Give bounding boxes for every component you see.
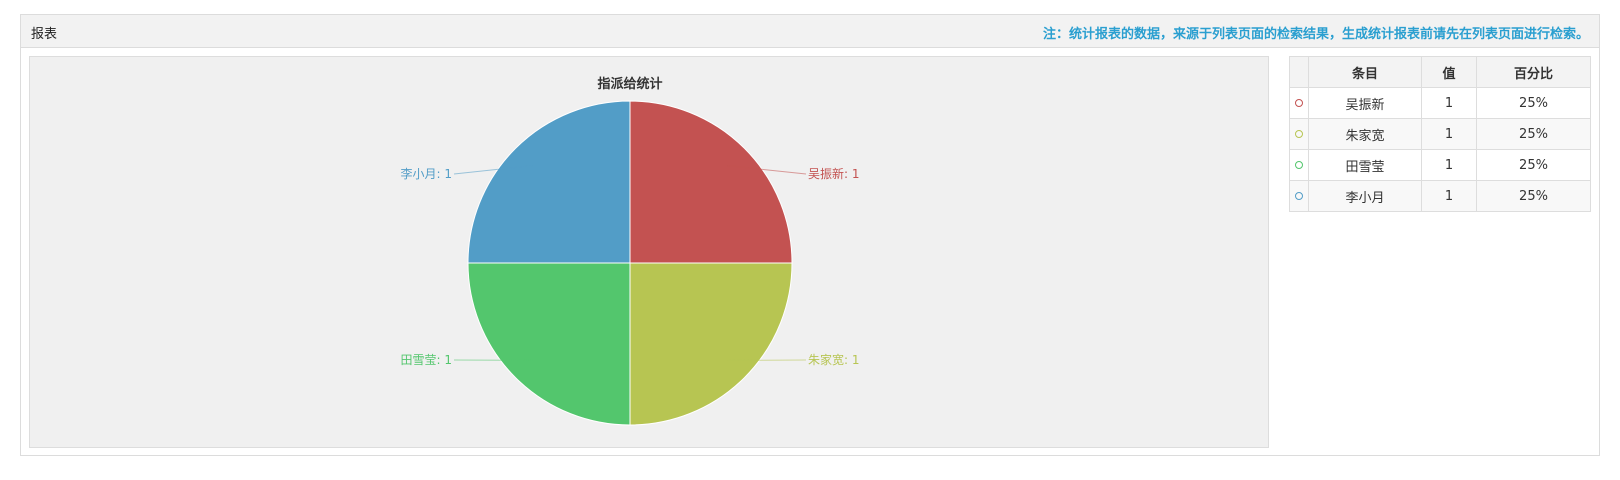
color-dot-icon <box>1295 192 1303 200</box>
slice-label: 吴振新: 1 <box>808 166 860 181</box>
report-panel: 报表 注：统计报表的数据，来源于列表页面的检索结果，生成统计报表前请先在列表页面… <box>20 14 1600 456</box>
legend-value: 1 <box>1421 149 1477 181</box>
report-note: 注：统计报表的数据，来源于列表页面的检索结果，生成统计报表前请先在列表页面进行检… <box>1042 27 1589 42</box>
pie-slice <box>629 262 793 426</box>
legend-row: 李小月 1 25% <box>1289 180 1591 212</box>
legend-dot-cell <box>1289 149 1309 181</box>
legend-header-dot <box>1289 56 1309 88</box>
legend-row: 朱家宽 1 25% <box>1289 118 1591 150</box>
legend-row: 吴振新 1 25% <box>1289 87 1591 119</box>
legend-percent: 25% <box>1476 149 1591 181</box>
legend-name: 李小月 <box>1308 180 1422 212</box>
pie-slices <box>467 100 793 426</box>
legend-percent: 25% <box>1476 180 1591 212</box>
legend-header-name: 条目 <box>1308 56 1422 88</box>
legend-dot-cell <box>1289 87 1309 119</box>
legend-value: 1 <box>1421 180 1477 212</box>
legend-header-row: 条目 值 百分比 <box>1289 56 1591 88</box>
legend-value: 1 <box>1421 87 1477 119</box>
legend-dot-cell <box>1289 180 1309 212</box>
slice-label: 田雪莹: 1 <box>401 353 453 367</box>
report-header: 报表 注：统计报表的数据，来源于列表页面的检索结果，生成统计报表前请先在列表页面… <box>21 15 1599 48</box>
legend-header-value: 值 <box>1421 56 1477 88</box>
color-dot-icon <box>1295 130 1303 138</box>
legend-value: 1 <box>1421 118 1477 150</box>
legend-name: 朱家宽 <box>1308 118 1422 150</box>
legend-dot-cell <box>1289 118 1309 150</box>
pie-chart-area: 指派给统计 吴振新: 1 朱家宽: 1 田雪莹: 1 李小月: 1 <box>29 56 1269 448</box>
pie-chart: 指派给统计 吴振新: 1 朱家宽: 1 田雪莹: 1 李小月: 1 <box>401 76 860 426</box>
legend-header-percent: 百分比 <box>1476 56 1591 88</box>
legend-percent: 25% <box>1476 87 1591 119</box>
legend-row: 田雪莹 1 25% <box>1289 149 1591 181</box>
color-dot-icon <box>1295 99 1303 107</box>
legend-name: 吴振新 <box>1308 87 1422 119</box>
color-dot-icon <box>1295 161 1303 169</box>
legend-name: 田雪莹 <box>1308 149 1422 181</box>
chart-title: 指派给统计 <box>597 76 662 92</box>
report-title: 报表 <box>31 27 58 42</box>
pie-slice <box>629 100 793 264</box>
slice-label: 李小月: 1 <box>401 166 453 181</box>
pie-slice <box>467 262 631 426</box>
pie-slice <box>467 100 631 264</box>
legend-percent: 25% <box>1476 118 1591 150</box>
legend-table: 条目 值 百分比 吴振新 1 25% 朱家宽 1 25% 田雪莹 1 25% 李… <box>1289 56 1591 212</box>
slice-label: 朱家宽: 1 <box>808 352 860 367</box>
